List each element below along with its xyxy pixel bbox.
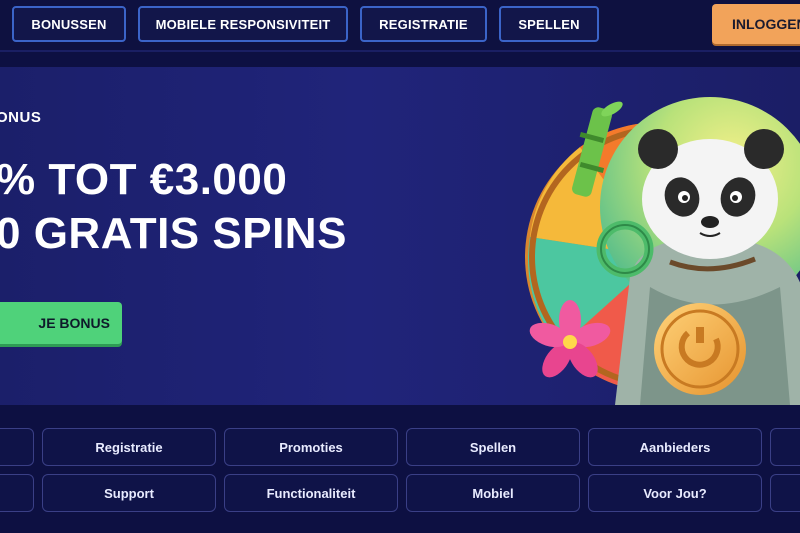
- menu-support-button[interactable]: Support: [42, 474, 216, 512]
- nav-registratie-button[interactable]: REGISTRATIE: [360, 6, 487, 42]
- menu-button-partial-right-2[interactable]: [770, 474, 800, 512]
- top-navigation: BONUSSEN MOBIELE RESPONSIVITEIT REGISTRA…: [0, 0, 800, 52]
- login-button[interactable]: INLOGGEN: [712, 4, 800, 44]
- menu-registratie-button[interactable]: Registratie: [42, 428, 216, 466]
- hero-headline-bonus: % TOT €3.000: [0, 155, 288, 204]
- claim-bonus-button[interactable]: JE BONUS: [0, 302, 122, 344]
- menu-button-partial-right-1[interactable]: [770, 428, 800, 466]
- menu-mobiel-button[interactable]: Mobiel: [406, 474, 580, 512]
- panda-wheel-illustration: [525, 97, 800, 405]
- menu-button-partial-left-2[interactable]: [0, 474, 34, 512]
- bonus-hero-banner: ONUS % TOT €3.000 0 GRATIS SPINS JE BONU…: [0, 67, 800, 405]
- menu-voor-jou-button[interactable]: Voor Jou?: [588, 474, 762, 512]
- menu-functionaliteit-button[interactable]: Functionaliteit: [224, 474, 398, 512]
- menu-spellen-button[interactable]: Spellen: [406, 428, 580, 466]
- nav-mobiele-responsiviteit-button[interactable]: MOBIELE RESPONSIVITEIT: [138, 6, 348, 42]
- hero-headline-spins: 0 GRATIS SPINS: [0, 209, 347, 258]
- gold-coin-icon: [654, 303, 746, 395]
- hero-label: ONUS: [0, 109, 42, 126]
- menu-promoties-button[interactable]: Promoties: [224, 428, 398, 466]
- nav-bonussen-button[interactable]: BONUSSEN: [12, 6, 126, 42]
- menu-button-partial-left-1[interactable]: [0, 428, 34, 466]
- nav-spellen-button[interactable]: SPELLEN: [499, 6, 599, 42]
- menu-aanbieders-button[interactable]: Aanbieders: [588, 428, 762, 466]
